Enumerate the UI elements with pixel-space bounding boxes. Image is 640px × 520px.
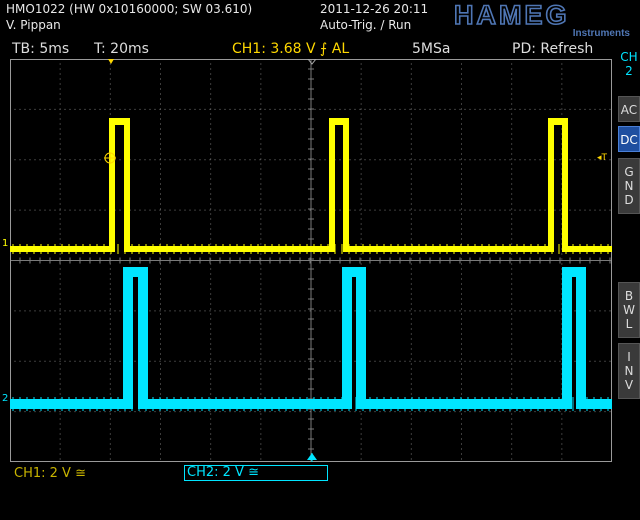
logo-wordmark: HAMEG xyxy=(454,0,570,30)
status-bar: TB: 5ms T: 20ms CH1: 3.68 V ⨍ AL 5MSa PD… xyxy=(0,40,618,58)
acquisition-mode-readout[interactable]: PD: Refresh xyxy=(512,41,593,57)
datetime-readout: 2011-12-26 20:11 xyxy=(320,2,429,16)
trigger-level-marker[interactable]: ◂T xyxy=(597,153,607,163)
coupling-gnd-button[interactable]: G N D xyxy=(618,158,640,214)
waveform-display[interactable] xyxy=(10,59,612,462)
ch2-ground-marker[interactable]: 2 xyxy=(2,393,8,404)
ch2-scale-readout[interactable]: CH2: 2 V ≅ xyxy=(184,465,328,481)
device-model-line: HMO1022 (HW 0x10160000; SW 03.610) xyxy=(6,2,253,16)
sample-rate-readout: 5MSa xyxy=(412,41,451,57)
coupling-dc-button[interactable]: DC xyxy=(618,126,640,152)
trigger-state-readout: Auto-Trig. / Run xyxy=(320,18,412,32)
hameg-logo: HAMEG Instruments xyxy=(453,0,631,38)
side-menu-channel-label: CH 2 xyxy=(620,50,638,78)
trigger-position-top-marker xyxy=(108,59,114,64)
ch1-ground-marker[interactable]: 1 xyxy=(2,238,8,249)
bandwidth-limit-button[interactable]: B W L xyxy=(618,282,640,338)
ch1-scale-readout[interactable]: CH1: 2 V ≅ xyxy=(14,466,86,481)
trigger-level-readout[interactable]: CH1: 3.68 V ⨍ AL xyxy=(232,41,349,57)
logo-subtext: Instruments xyxy=(573,28,631,38)
author-line: V. Pippan xyxy=(6,18,61,32)
coupling-ac-button[interactable]: AC xyxy=(618,96,640,122)
trigger-time-readout[interactable]: T: 20ms xyxy=(94,41,149,57)
bottom-center-marker xyxy=(307,453,317,462)
invert-button[interactable]: I N V xyxy=(618,343,640,399)
timebase-readout[interactable]: TB: 5ms xyxy=(12,41,69,57)
